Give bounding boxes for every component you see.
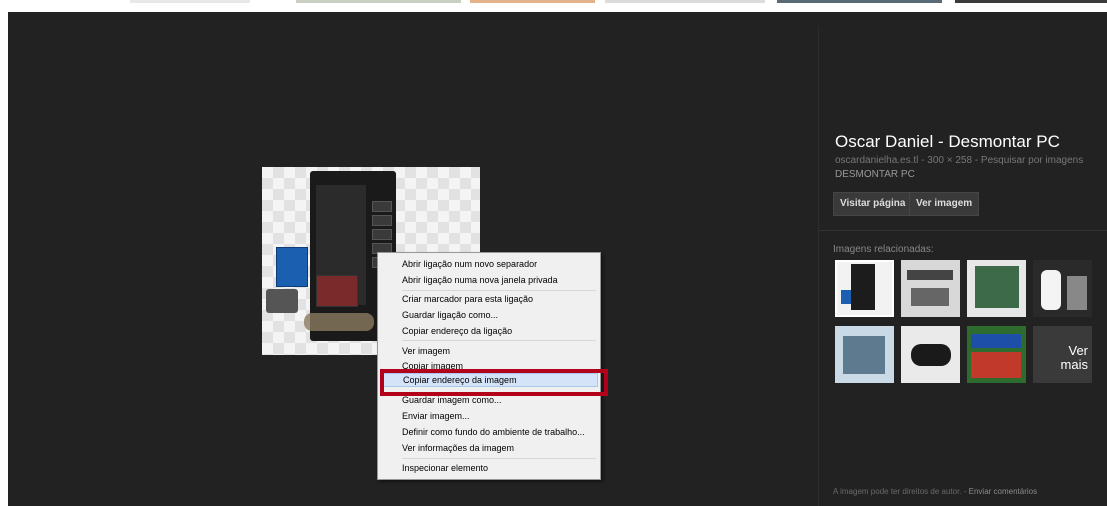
see-more-tile[interactable]: Ver mais [1033,326,1092,383]
menu-separator [402,340,596,341]
image-source[interactable]: oscardanielha.es.tl - 300 × 258 - Pesqui… [835,155,1083,166]
menu-copy-image-address[interactable]: Copiar endereço da imagem [380,373,598,387]
hard-drive-graphic [266,289,298,313]
menu-separator [402,290,596,291]
copyright-notice: A imagem pode ter direitos de autor. - E… [833,487,1038,496]
menu-copy-image[interactable]: Copiar imagem [380,359,598,373]
view-image-button[interactable]: Ver imagem [909,192,980,216]
menu-inspect-element[interactable]: Inspecionar elemento [380,461,598,475]
result-thumbnail[interactable] [296,0,461,3]
see-more-label: Ver mais [1060,343,1088,372]
result-thumbnail[interactable] [130,0,250,3]
menu-separator [402,458,596,459]
menu-send-image[interactable]: Enviar imagem... [380,409,598,423]
power-supply-graphic [316,275,358,307]
related-image-thumbnail[interactable] [835,326,894,383]
menu-view-image[interactable]: Ver imagem [380,344,598,358]
menu-save-link-as[interactable]: Guardar ligação como... [380,308,598,322]
related-images-label: Imagens relacionadas: [833,244,934,255]
image-details-pane: Oscar Daniel - Desmontar PC oscardanielh… [818,26,1107,506]
menu-open-link-new-tab[interactable]: Abrir ligação num novo separador [380,257,598,271]
context-menu: Abrir ligação num novo separador Abrir l… [377,252,601,480]
divider [819,230,1107,231]
results-thumbnail-strip [0,0,1107,12]
cpu-box-graphic [276,247,308,287]
related-image-thumbnail[interactable] [901,326,960,383]
related-image-thumbnail[interactable] [901,260,960,317]
menu-save-image-as[interactable]: Guardar imagem como... [380,393,598,407]
image-caption: DESMONTAR PC [835,169,915,180]
result-thumbnail[interactable] [470,0,595,3]
menu-copy-link-address[interactable]: Copiar endereço da ligação [380,324,598,338]
related-image-thumbnail[interactable] [967,326,1026,383]
related-image-thumbnail[interactable] [1033,260,1092,317]
result-thumbnail[interactable] [777,0,942,3]
visit-page-button[interactable]: Visitar página [833,192,913,216]
cables-graphic [304,313,374,331]
result-thumbnail[interactable] [955,0,1107,3]
menu-set-as-desktop-background[interactable]: Definir como fundo do ambiente de trabal… [380,425,598,439]
related-image-thumbnail[interactable] [967,260,1026,317]
result-thumbnail[interactable] [605,0,765,3]
image-title[interactable]: Oscar Daniel - Desmontar PC [835,132,1060,152]
menu-bookmark-link[interactable]: Criar marcador para esta ligação [380,292,598,306]
menu-view-image-info[interactable]: Ver informações da imagem [380,441,598,455]
related-image-thumbnail[interactable] [835,260,894,317]
menu-open-link-private-window[interactable]: Abrir ligação numa nova janela privada [380,273,598,287]
send-feedback-link[interactable]: Enviar comentários [969,487,1037,496]
